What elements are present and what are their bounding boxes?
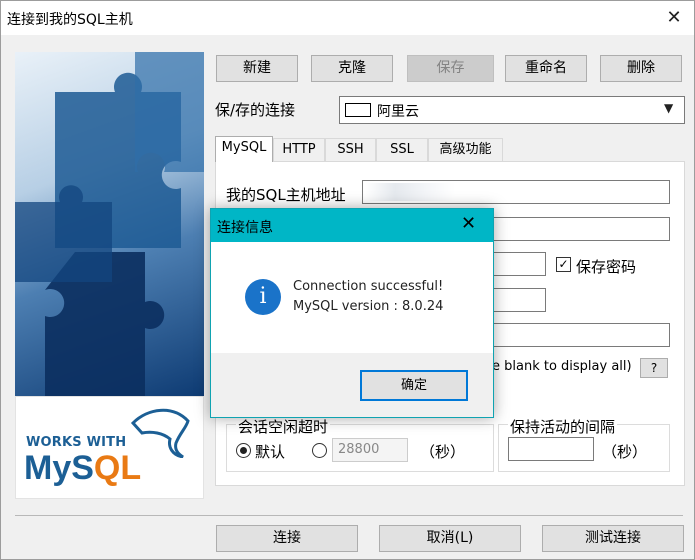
timeout-input[interactable]: 28800 (332, 438, 408, 462)
host-input[interactable] (362, 180, 670, 204)
new-button[interactable]: 新建 (216, 55, 298, 82)
saved-connections-label: 保/存的连接 (215, 101, 296, 119)
keepalive-unit: （秒） (602, 443, 648, 461)
keepalive-title: 保持活动的间隔 (508, 416, 618, 437)
cancel-button[interactable]: 取消(L) (379, 525, 521, 552)
puzzle-image (15, 52, 204, 396)
close-icon[interactable]: ✕ (656, 4, 692, 32)
mysql-logo: WORKS WITH MySQL (15, 396, 204, 499)
rename-button[interactable]: 重命名 (505, 55, 587, 82)
tab-ssl[interactable]: SSL (376, 138, 428, 162)
connection-info-dialog: 连接信息 ✕ i Connection successful! MySQL ve… (210, 208, 494, 418)
host-label: 我的SQL主机地址 (226, 186, 346, 204)
info-icon: i (245, 279, 281, 315)
keepalive-input[interactable] (508, 437, 594, 461)
logo-works-with: WORKS WITH (26, 435, 127, 450)
logo-mysql-text: MySQL (24, 449, 142, 487)
chevron-down-icon: ▼ (664, 101, 674, 115)
delete-button[interactable]: 删除 (600, 55, 682, 82)
clone-button[interactable]: 克隆 (311, 55, 393, 82)
close-icon[interactable]: ✕ (461, 213, 476, 234)
connect-button[interactable]: 连接 (216, 525, 358, 552)
database-hint: e blank to display all) (492, 359, 632, 374)
blurred-host (365, 183, 455, 201)
divider (15, 515, 683, 516)
tab-mysql[interactable]: MySQL (215, 136, 273, 162)
dialog-message: Connection successful! (293, 279, 444, 294)
saved-connections-select[interactable]: 阿里云 ▼ (339, 96, 685, 124)
dialog-version: MySQL version : 8.0.24 (293, 299, 444, 314)
help-button[interactable]: ? (640, 358, 668, 378)
save-password-label: 保存密码 (576, 258, 637, 276)
session-timeout-title: 会话空闲超时 (236, 416, 331, 437)
dialog-title-bar: 连接信息 ✕ (211, 209, 493, 242)
save-button[interactable]: 保存 (407, 55, 494, 82)
save-password-checkbox[interactable]: ✓ (556, 257, 571, 272)
timeout-unit: （秒） (420, 443, 466, 461)
default-radio-label: 默认 (255, 443, 286, 461)
dialog-title: 连接信息 (217, 220, 273, 236)
title-bar: 连接到我的SQL主机 ✕ (1, 1, 694, 35)
tab-http[interactable]: HTTP (273, 138, 325, 162)
dialog-footer: 确定 (211, 353, 493, 417)
color-swatch (345, 103, 371, 117)
custom-radio[interactable] (312, 443, 327, 458)
tab-ssh[interactable]: SSH (325, 138, 376, 162)
saved-connections-value: 阿里云 (377, 104, 419, 120)
ok-button[interactable]: 确定 (360, 370, 468, 401)
window-title: 连接到我的SQL主机 (7, 12, 133, 28)
default-radio[interactable] (236, 443, 251, 458)
test-connection-button[interactable]: 测试连接 (542, 525, 684, 552)
tab-advanced[interactable]: 高级功能 (428, 138, 503, 162)
